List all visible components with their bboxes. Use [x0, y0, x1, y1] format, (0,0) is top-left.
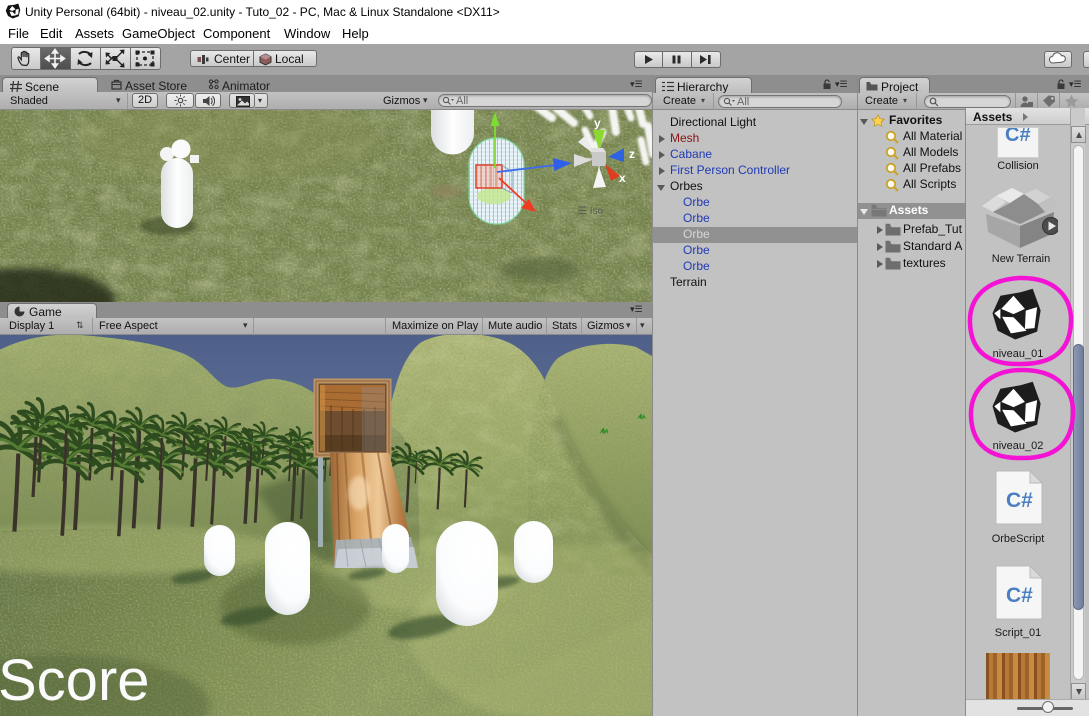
svg-text:Score: Score [0, 648, 150, 713]
svg-text:☰ Iso: ☰ Iso [578, 206, 604, 217]
svg-text:C#: C# [1006, 584, 1033, 607]
svg-text:x: x [619, 171, 626, 185]
svg-text:C#: C# [1006, 489, 1033, 512]
svg-text:y: y [594, 116, 601, 130]
svg-text:z: z [629, 147, 635, 161]
